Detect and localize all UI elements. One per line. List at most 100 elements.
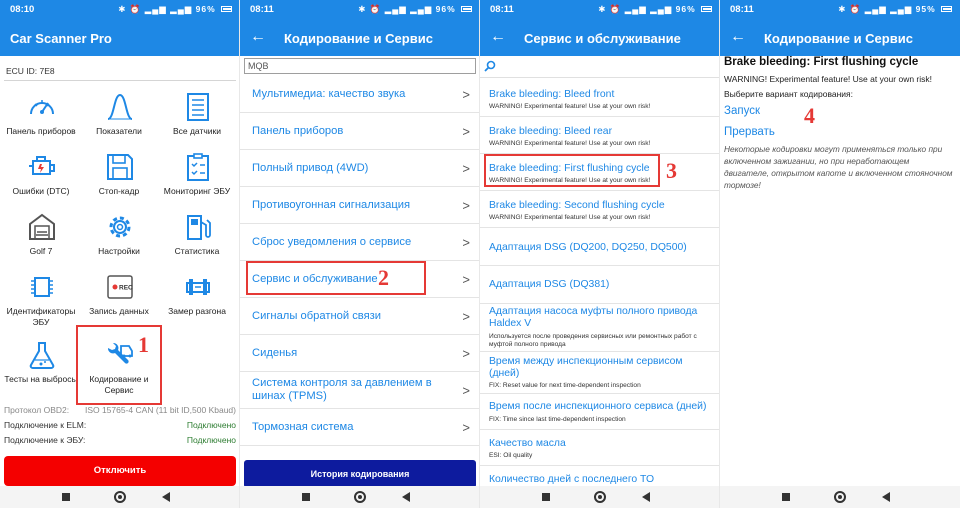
tile-indicators[interactable]: Показатели: [80, 92, 158, 152]
list-item-label: Тормозная система: [252, 421, 354, 433]
annotation-number: 2: [378, 265, 389, 290]
tile-statistics[interactable]: Статистика: [158, 212, 236, 272]
clipboard-check-icon: [187, 153, 209, 181]
back-nav-icon[interactable]: [402, 492, 410, 502]
list-item-inspection-interval[interactable]: Время между инспекционным сервисом (дней…: [480, 352, 720, 394]
list-item-label: Система контроля за давлением в шинах (T…: [252, 377, 432, 402]
tile-vehicle[interactable]: Golf 7: [2, 212, 80, 272]
status-icons: ✱ ⏰ ▂▄▆ ▂▄▆ 95%: [838, 4, 952, 15]
home-icon[interactable]: [354, 491, 366, 503]
gear-icon: [109, 216, 131, 238]
tile-label: Golf 7: [29, 246, 53, 256]
tile-dtc[interactable]: Ошибки (DTC): [2, 152, 80, 212]
item-title-line2: (дней): [489, 368, 520, 379]
nav-bar: [0, 486, 240, 508]
list-item-feedback-signals[interactable]: Сигналы обратной связи >: [240, 298, 480, 335]
back-nav-icon[interactable]: [162, 492, 170, 502]
back-nav-icon[interactable]: [882, 492, 890, 502]
tile-emissions[interactable]: Тесты на выбросы: [2, 340, 80, 400]
info-label: Подключение к ELM:: [4, 420, 87, 430]
list-item-label: Полный привод (4WD): [252, 162, 369, 174]
tile-label: Тесты на выбросы: [4, 374, 78, 384]
item-description: ESI: Oil quality: [489, 452, 533, 459]
home-icon[interactable]: [834, 491, 846, 503]
floppy-icon: [107, 154, 133, 180]
divider: [4, 80, 236, 81]
tile-acceleration[interactable]: Замер разгона: [158, 272, 236, 332]
app-title: Car Scanner Pro: [10, 31, 112, 46]
list-item-instrument-panel[interactable]: Панель приборов >: [240, 113, 480, 150]
list-item-since-inspection[interactable]: Время после инспекционного сервиса (дней…: [480, 394, 720, 430]
coding-history-button[interactable]: История кодирования: [244, 460, 476, 488]
warning-text: WARNING! Experimental feature! Use at yo…: [724, 74, 933, 84]
tile-ecu-ids[interactable]: Идентификаторы ЭБУ: [2, 272, 80, 332]
search-bar[interactable]: [480, 56, 720, 78]
info-protocol: Протокол OBD2: ISO 15765-4 CAN (11 bit I…: [4, 405, 236, 415]
back-arrow-icon[interactable]: ←: [490, 28, 506, 46]
chip-icon: [31, 277, 53, 297]
list-icon: [187, 93, 209, 121]
abort-button[interactable]: Прервать: [724, 126, 775, 138]
list-item-service-reset[interactable]: Сброс уведомления о сервисе >: [240, 224, 480, 261]
tile-freeze-frame[interactable]: Стоп-кадр: [80, 152, 158, 212]
tile-data-recording[interactable]: REC Запись данных: [80, 272, 158, 332]
battery-level: 95: [915, 4, 928, 14]
battery-icon: [701, 6, 712, 12]
item-description: WARNING! Experimental feature! Use at yo…: [489, 214, 651, 221]
recents-icon[interactable]: [542, 493, 550, 501]
list-item-alarm[interactable]: Противоугонная сигнализация >: [240, 187, 480, 224]
annotation-box: [76, 325, 162, 405]
list-item-oil-quality[interactable]: Качество масла ESI: Oil quality: [480, 430, 720, 466]
start-button[interactable]: Запуск: [724, 105, 760, 117]
item-title: Адаптация DSG (DQ200, DQ250, DQ500): [489, 242, 687, 253]
item-title: Brake bleeding: Bleed front: [489, 89, 615, 100]
garage-icon: [29, 213, 55, 240]
battery-icon: [941, 6, 952, 12]
list-item-bleed-front[interactable]: Brake bleeding: Bleed front WARNING! Exp…: [480, 80, 720, 117]
recents-icon[interactable]: [302, 493, 310, 501]
graph-icon: [107, 93, 133, 120]
nav-bar: [480, 486, 720, 508]
tile-label: Ошибки (DTC): [12, 186, 70, 196]
list-item-dsg-dq381[interactable]: Адаптация DSG (DQ381): [480, 266, 720, 304]
coding-heading: Brake bleeding: First flushing cycle: [724, 56, 919, 68]
recents-icon[interactable]: [782, 493, 790, 501]
tile-ecu-monitoring[interactable]: Мониторинг ЭБУ: [158, 152, 236, 212]
back-arrow-icon[interactable]: ←: [730, 28, 746, 46]
list-item-label: Сиденья: [252, 347, 298, 359]
disconnect-button[interactable]: Отключить: [4, 456, 236, 486]
item-title-line2: Haldex V: [489, 318, 532, 329]
back-arrow-icon[interactable]: ←: [250, 28, 266, 46]
list-item-haldex[interactable]: Адаптация насоса муфты полного привода H…: [480, 304, 720, 352]
list-item-label: Сигналы обратной связи: [252, 310, 382, 322]
recents-icon[interactable]: [62, 493, 70, 501]
list-item-tpms[interactable]: Система контроля за давлением в шинах (T…: [240, 372, 480, 409]
battery-icon: [461, 6, 472, 12]
back-nav-icon[interactable]: [642, 492, 650, 502]
home-icon[interactable]: [594, 491, 606, 503]
list-item-multimedia[interactable]: Мультимедиа: качество звука >: [240, 76, 480, 113]
flask-icon: [29, 342, 55, 369]
chevron-right-icon: >: [462, 161, 470, 176]
home-icon[interactable]: [114, 491, 126, 503]
tile-all-sensors[interactable]: Все датчики: [158, 92, 236, 152]
tile-label: Настройки: [98, 246, 140, 256]
tile-dashboard[interactable]: Панель приборов: [2, 92, 80, 152]
tile-label: Показатели: [96, 126, 142, 136]
battery-level: 96: [435, 4, 448, 14]
tile-label: Статистика: [174, 246, 220, 256]
list-item-seats[interactable]: Сиденья >: [240, 335, 480, 372]
list-item-second-flushing[interactable]: Brake bleeding: Second flushing cycle WA…: [480, 191, 720, 228]
chevron-right-icon: >: [462, 87, 470, 102]
screen-title: Сервис и обслуживание: [524, 31, 681, 46]
list-item-dsg-adaptation[interactable]: Адаптация DSG (DQ200, DQ250, DQ500): [480, 228, 720, 266]
tile-settings[interactable]: Настройки: [80, 212, 158, 272]
item-description: Используется после проведения сервисных …: [489, 333, 697, 340]
list-item-4wd[interactable]: Полный привод (4WD) >: [240, 150, 480, 187]
screen-service-maintenance: 08:11 ✱ ⏰ ▂▄▆ ▂▄▆ 96% ← Сервис и обслужи…: [480, 0, 720, 508]
list-item-label: Сброс уведомления о сервисе: [252, 236, 412, 248]
list-item-brakes[interactable]: Тормозная система >: [240, 409, 480, 446]
search-input[interactable]: MQB: [244, 58, 476, 74]
list-item-bleed-rear[interactable]: Brake bleeding: Bleed rear WARNING! Expe…: [480, 117, 720, 154]
item-description-line2: муфтой полного привода: [489, 341, 566, 348]
